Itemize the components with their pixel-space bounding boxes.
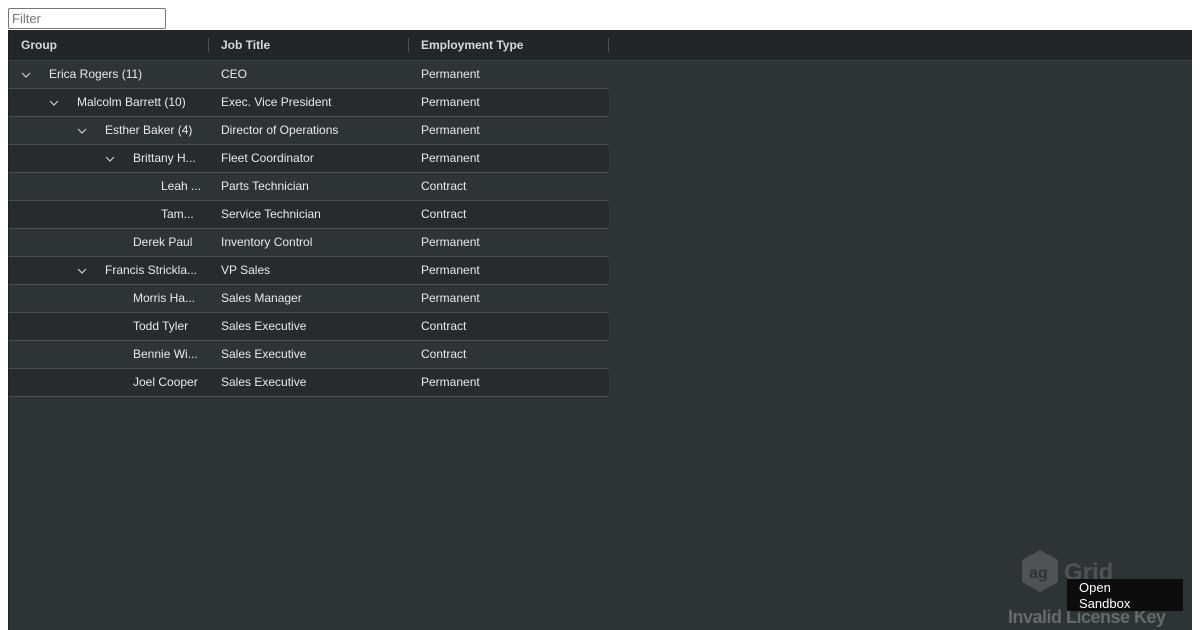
job-title-cell[interactable]: VP Sales [209,257,409,284]
group-label: Bennie Wi... [133,347,198,361]
table-row[interactable]: Leah ... Parts Technician Contract [9,173,609,201]
table-row[interactable]: Erica Rogers (11) CEO Permanent [9,61,609,89]
group-cell[interactable]: Derek Paul [9,229,209,256]
group-label: Francis Strickla... [105,263,198,277]
table-row[interactable]: Morris Ha... Sales Manager Permanent [9,285,609,313]
grid-body: Erica Rogers (11) CEO Permanent Malcolm Bar… [9,61,609,397]
group-label: Tam... [161,207,194,221]
employment-type-cell[interactable]: Contract [409,201,609,228]
job-title-cell[interactable]: Exec. Vice President [209,89,409,116]
employment-type-cell[interactable]: Permanent [409,229,609,256]
job-title-cell[interactable]: Director of Operations [209,117,409,144]
group-label: Leah ... [161,179,202,193]
group-label: Joel Cooper [133,375,198,389]
open-sandbox-popup[interactable]: Open Sandbox [1067,579,1183,611]
job-title-cell[interactable]: Sales Manager [209,285,409,312]
group-cell[interactable]: Tam... [9,201,209,228]
job-title-cell[interactable]: Sales Executive [209,341,409,368]
data-grid: Group Job Title Employment Type Erica Ro… [8,30,1192,630]
job-title-cell[interactable]: Sales Executive [209,369,409,396]
group-cell[interactable]: Esther Baker (4) [9,117,209,144]
chevron-down-icon[interactable] [77,128,95,134]
table-row[interactable]: Bennie Wi... Sales Executive Contract [9,341,609,369]
employment-type-cell[interactable]: Permanent [409,117,609,144]
group-cell[interactable]: Morris Ha... [9,285,209,312]
filter-input[interactable] [8,8,166,29]
job-title-cell[interactable]: Fleet Coordinator [209,145,409,172]
column-header-job-title[interactable]: Job Title [209,30,409,60]
popup-line-sandbox: Sandbox [1079,596,1131,611]
column-header-group[interactable]: Group [9,30,209,60]
group-cell[interactable]: Erica Rogers (11) [9,61,209,88]
table-row[interactable]: Esther Baker (4) Director of Operations Pe… [9,117,609,145]
employment-type-cell[interactable]: Contract [409,173,609,200]
group-label: Derek Paul [133,235,193,249]
employment-type-cell[interactable]: Permanent [409,257,609,284]
table-row[interactable]: Derek Paul Inventory Control Permanent [9,229,609,257]
employment-type-cell[interactable]: Permanent [409,61,609,88]
employment-type-cell[interactable]: Permanent [409,145,609,172]
employment-type-cell[interactable]: Contract [409,341,609,368]
job-title-cell[interactable]: CEO [209,61,409,88]
group-cell[interactable]: Bennie Wi... [9,341,209,368]
group-label: Erica Rogers (11) [49,67,143,81]
group-cell[interactable]: Todd Tyler [9,313,209,340]
column-header-employment-type[interactable]: Employment Type [409,30,609,60]
group-cell[interactable]: Joel Cooper [9,369,209,396]
chevron-down-icon[interactable] [49,100,67,106]
group-label: Malcolm Barrett (10) [77,95,186,109]
employment-type-cell[interactable]: Permanent [409,285,609,312]
employment-type-cell[interactable]: Permanent [409,369,609,396]
employment-type-cell[interactable]: Permanent [409,89,609,116]
grid-header: Group Job Title Employment Type [9,30,1192,61]
chevron-down-icon[interactable] [77,268,95,274]
group-label: Morris Ha... [133,291,196,305]
table-row[interactable]: Malcolm Barrett (10) Exec. Vice President… [9,89,609,117]
job-title-cell[interactable]: Sales Executive [209,313,409,340]
table-row[interactable]: Brittany H... Fleet Coordinator Permanent [9,145,609,173]
group-label: Brittany H... [133,151,196,165]
group-cell[interactable]: Leah ... [9,173,209,200]
group-label: Esther Baker (4) [105,123,193,137]
chevron-down-icon[interactable] [21,72,39,78]
job-title-cell[interactable]: Service Technician [209,201,409,228]
svg-text:ag: ag [1029,565,1048,582]
table-row[interactable]: Tam... Service Technician Contract [9,201,609,229]
group-cell[interactable]: Brittany H... [9,145,209,172]
group-cell[interactable]: Francis Strickla... [9,257,209,284]
table-row[interactable]: Francis Strickla... VP Sales Permanent [9,257,609,285]
employment-type-cell[interactable]: Contract [409,313,609,340]
job-title-cell[interactable]: Parts Technician [209,173,409,200]
chevron-down-icon[interactable] [105,156,123,162]
group-cell[interactable]: Malcolm Barrett (10) [9,89,209,116]
job-title-cell[interactable]: Inventory Control [209,229,409,256]
table-row[interactable]: Joel Cooper Sales Executive Permanent [9,369,609,397]
group-label: Todd Tyler [133,319,189,333]
popup-line-open: Open [1079,580,1111,595]
table-row[interactable]: Todd Tyler Sales Executive Contract [9,313,609,341]
